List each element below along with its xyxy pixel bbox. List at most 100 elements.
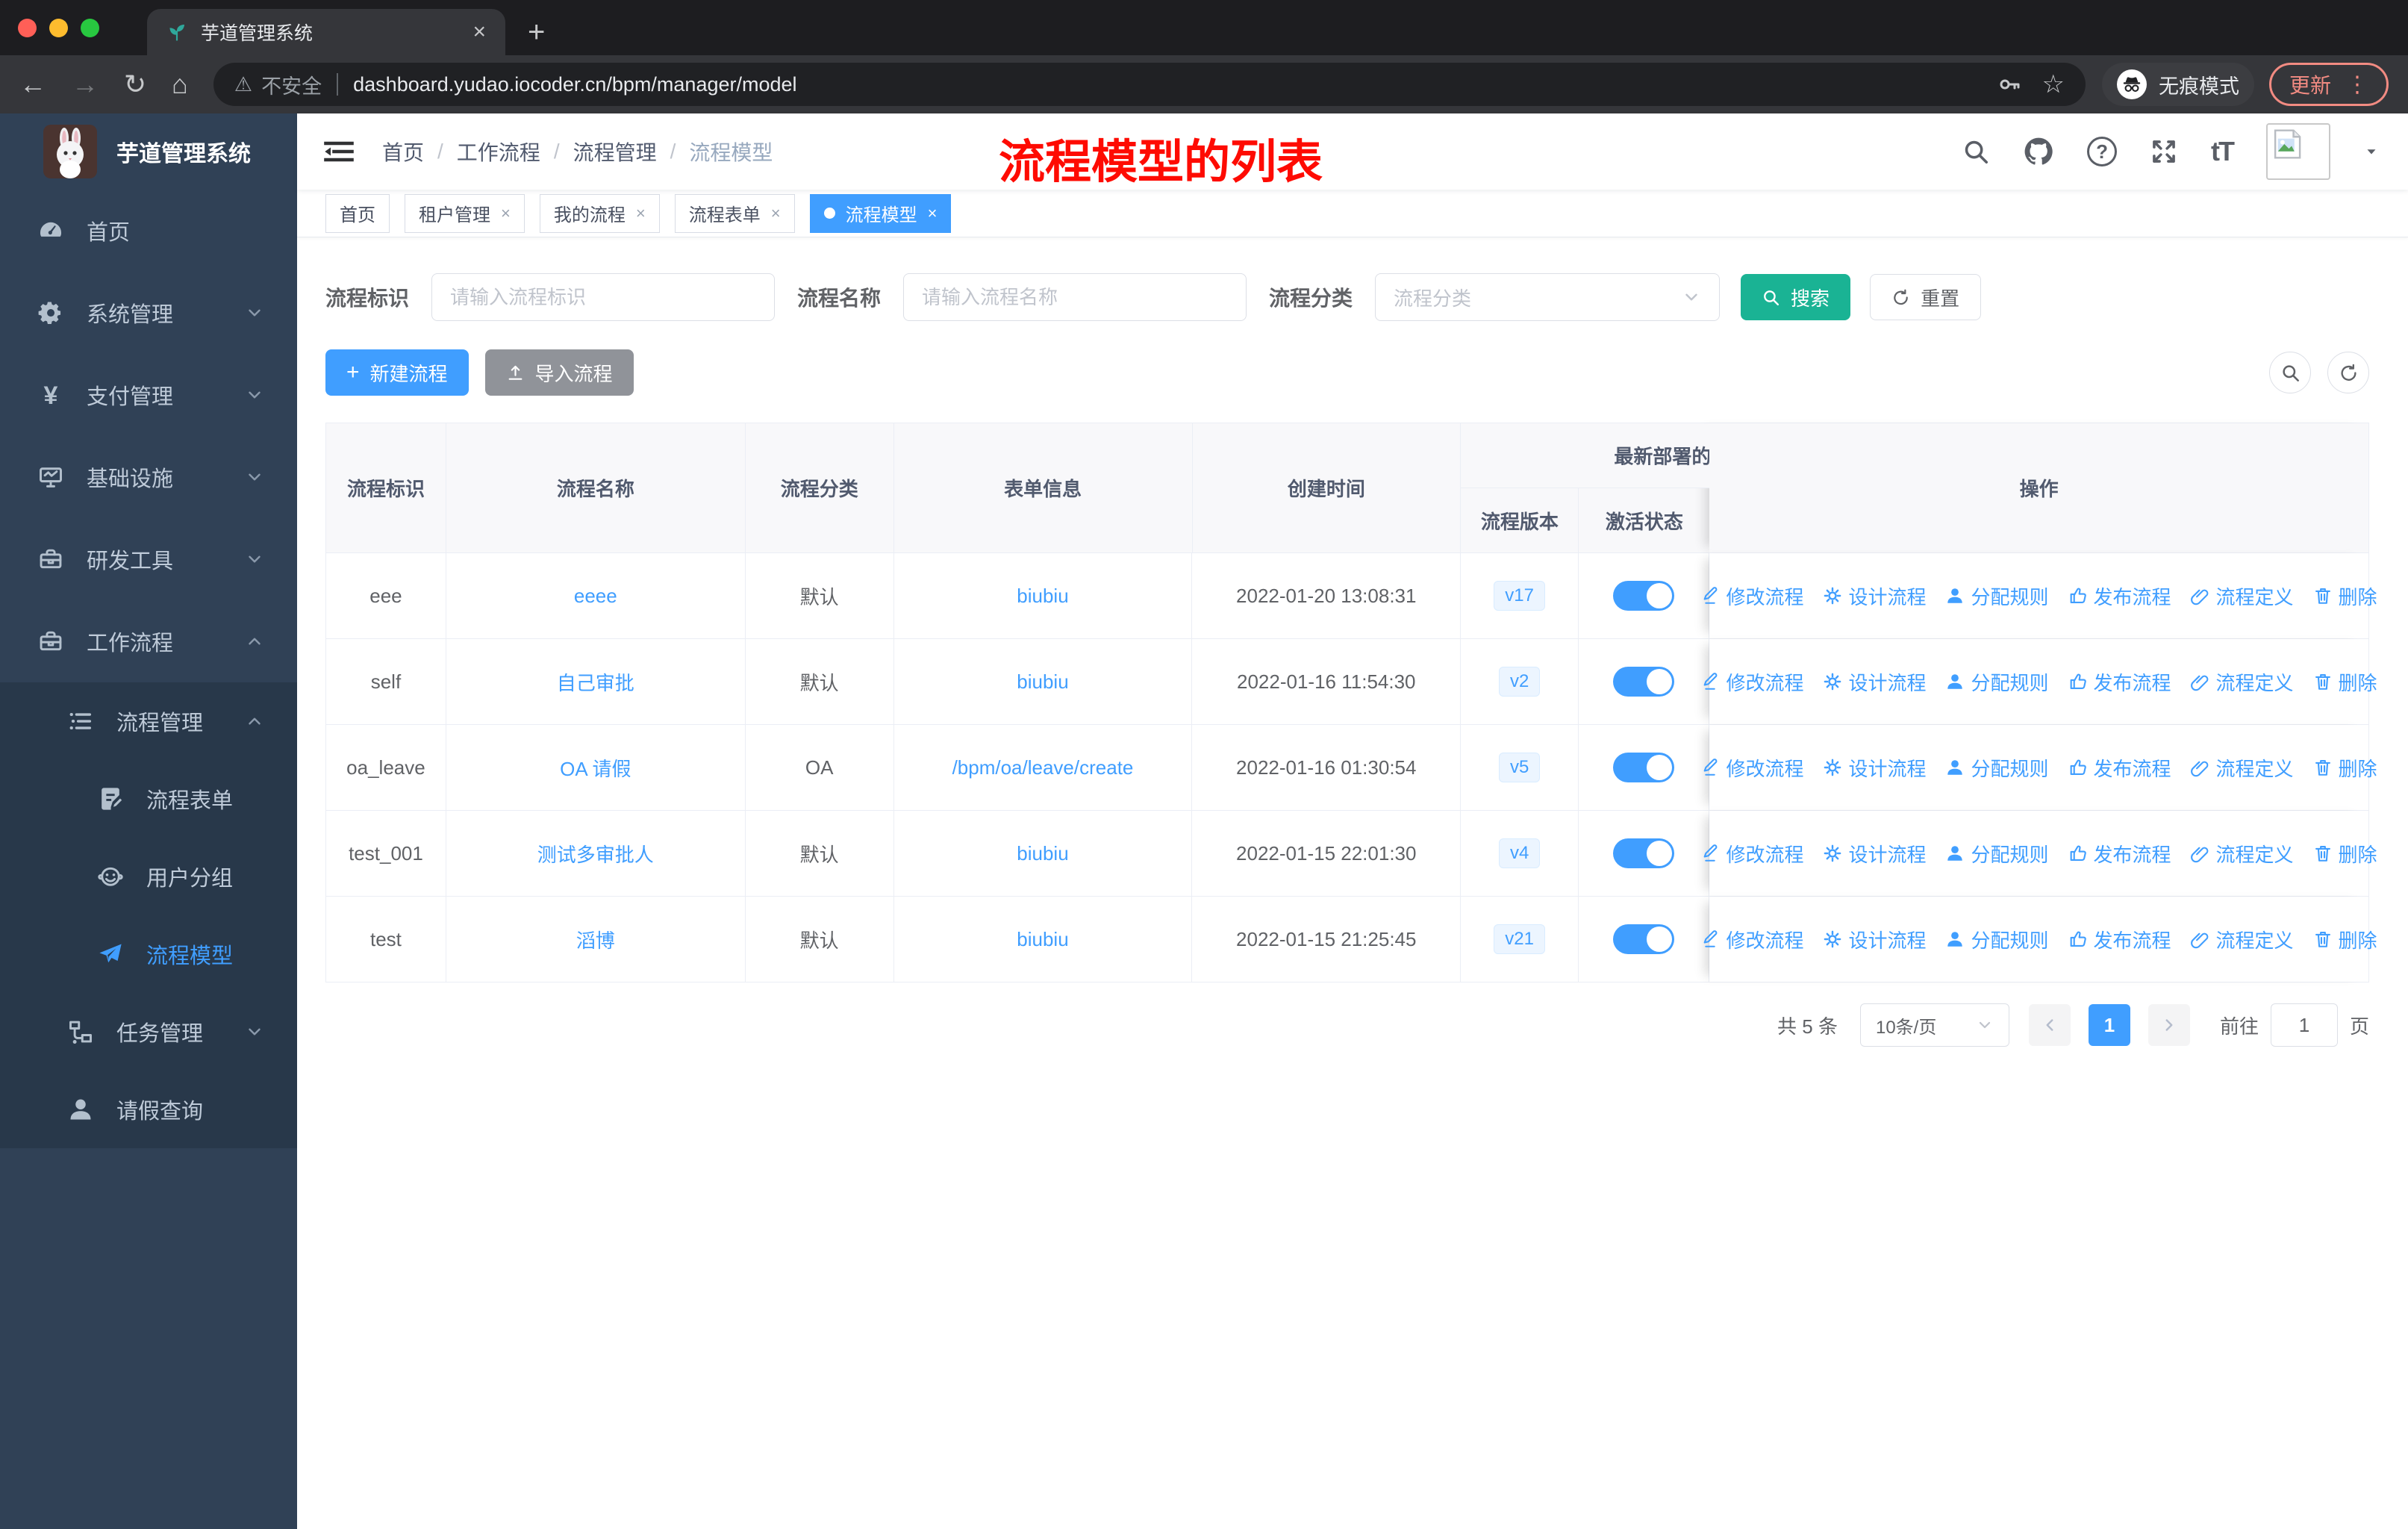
edit-process-link[interactable]: 修改流程 [1700,582,1803,610]
assign-rule-link[interactable]: 分配规则 [1945,926,2049,953]
sidebar-item-payment[interactable]: ¥ 支付管理 [0,354,297,436]
category-select[interactable]: 流程分类 [1375,273,1721,321]
process-name-input[interactable] [903,273,1247,321]
sidebar-item-devtools[interactable]: 研发工具 [0,518,297,600]
zoom-window-button[interactable] [81,18,99,37]
window-controls[interactable] [0,0,119,55]
edit-process-link[interactable]: 修改流程 [1700,754,1803,782]
version-badge[interactable]: v5 [1498,753,1541,782]
new-tab-button[interactable]: + [528,16,545,49]
version-badge[interactable]: v2 [1498,667,1541,697]
reload-button[interactable]: ↻ [124,69,146,100]
version-badge[interactable]: v4 [1498,838,1541,868]
page-size-select[interactable]: 10条/页 [1859,1003,2009,1047]
form-link[interactable]: biubiu [1017,585,1068,608]
refresh-table-button[interactable] [2327,352,2369,393]
tag-process-form[interactable]: 流程表单 × [674,193,795,233]
design-process-link[interactable]: 设计流程 [1823,926,1926,953]
tag-tenant[interactable]: 租户管理 × [405,193,525,233]
model-name-link[interactable]: OA 请假 [560,754,631,782]
reset-button[interactable]: 重置 [1870,274,1982,320]
prev-page-button[interactable] [2028,1004,2071,1046]
minimize-window-button[interactable] [49,18,68,37]
publish-process-link[interactable]: 发布流程 [2068,754,2171,782]
home-button[interactable]: ⌂ [172,69,188,100]
sidebar-fold-icon[interactable] [322,138,355,165]
forward-button[interactable]: → [72,69,99,100]
next-page-button[interactable] [2147,1004,2190,1046]
process-definition-link[interactable]: 流程定义 [2191,754,2294,782]
version-badge[interactable]: v21 [1494,924,1545,954]
tag-close-icon[interactable]: × [928,204,938,223]
tag-close-icon[interactable]: × [501,204,511,223]
active-toggle[interactable] [1613,581,1675,611]
model-name-link[interactable]: 自己审批 [557,668,634,696]
show-search-button[interactable] [2269,352,2311,393]
current-page[interactable]: 1 [2088,1004,2130,1046]
fullscreen-icon[interactable] [2150,137,2178,166]
sidebar-item-infra[interactable]: 基础设施 [0,436,297,518]
search-icon[interactable] [1962,137,1990,166]
model-name-link[interactable]: 测试多审批人 [537,840,654,868]
sidebar-item-user-group[interactable]: 用户分组 [0,838,297,915]
active-toggle[interactable] [1613,924,1675,954]
active-toggle[interactable] [1613,667,1675,697]
update-chip[interactable]: 更新 ⋮ [2268,63,2389,106]
import-process-button[interactable]: 导入流程 [484,349,634,396]
caret-down-icon[interactable] [2363,143,2380,160]
breadcrumb-process-management[interactable]: 流程管理 [573,137,657,166]
form-link[interactable]: biubiu [1017,670,1068,694]
address-bar[interactable]: ⚠ 不安全 dashboard.yudao.iocoder.cn/bpm/man… [213,63,2086,106]
delete-link[interactable]: 删除 [2313,668,2377,696]
browser-tab[interactable]: 芋道管理系统 × [147,9,505,55]
tab-close-icon[interactable]: × [472,21,486,43]
security-label[interactable]: 不安全 [261,70,322,99]
process-id-input[interactable] [431,273,776,321]
sidebar-item-system[interactable]: 系统管理 [0,272,297,354]
browser-menu-icon[interactable]: ⋮ [2346,72,2368,98]
process-definition-link[interactable]: 流程定义 [2191,840,2294,868]
design-process-link[interactable]: 设计流程 [1823,840,1926,868]
assign-rule-link[interactable]: 分配规则 [1945,582,2049,610]
create-process-button[interactable]: + 新建流程 [325,349,469,396]
text-size-icon[interactable]: tT [2211,136,2235,167]
tag-close-icon[interactable]: × [771,204,781,223]
sidebar-item-process-management[interactable]: 流程管理 [0,682,297,760]
close-window-button[interactable] [18,18,37,37]
assign-rule-link[interactable]: 分配规则 [1945,840,2049,868]
assign-rule-link[interactable]: 分配规则 [1945,668,2049,696]
delete-link[interactable]: 删除 [2313,754,2377,782]
process-definition-link[interactable]: 流程定义 [2191,926,2294,953]
publish-process-link[interactable]: 发布流程 [2068,668,2171,696]
sidebar-item-workflow[interactable]: 工作流程 [0,600,297,682]
tag-process-model[interactable]: 流程模型 × [809,193,952,233]
version-badge[interactable]: v17 [1494,581,1545,611]
model-name-link[interactable]: 滔博 [576,926,615,953]
active-toggle[interactable] [1613,753,1675,782]
key-icon[interactable] [1997,72,2021,96]
sidebar-item-process-form[interactable]: 流程表单 [0,760,297,838]
design-process-link[interactable]: 设计流程 [1823,754,1926,782]
delete-link[interactable]: 删除 [2313,582,2377,610]
model-name-link[interactable]: eeee [574,585,617,608]
avatar[interactable] [2266,123,2330,180]
delete-link[interactable]: 删除 [2313,840,2377,868]
publish-process-link[interactable]: 发布流程 [2068,840,2171,868]
process-definition-link[interactable]: 流程定义 [2191,668,2294,696]
sidebar-item-home[interactable]: 首页 [0,190,297,272]
sidebar-item-process-model[interactable]: 流程模型 [0,915,297,993]
form-link[interactable]: /bpm/oa/leave/create [952,756,1134,779]
edit-process-link[interactable]: 修改流程 [1700,840,1803,868]
process-definition-link[interactable]: 流程定义 [2191,582,2294,610]
search-button[interactable]: 搜索 [1741,274,1851,320]
url-text[interactable]: dashboard.yudao.iocoder.cn/bpm/manager/m… [353,73,1982,96]
delete-link[interactable]: 删除 [2313,926,2377,953]
assign-rule-link[interactable]: 分配规则 [1945,754,2049,782]
edit-process-link[interactable]: 修改流程 [1700,926,1803,953]
active-toggle[interactable] [1613,838,1675,868]
goto-page-input[interactable] [2270,1003,2338,1047]
tag-close-icon[interactable]: × [636,204,646,223]
form-link[interactable]: biubiu [1017,842,1068,865]
publish-process-link[interactable]: 发布流程 [2068,926,2171,953]
bookmark-star-icon[interactable]: ☆ [2042,69,2065,99]
